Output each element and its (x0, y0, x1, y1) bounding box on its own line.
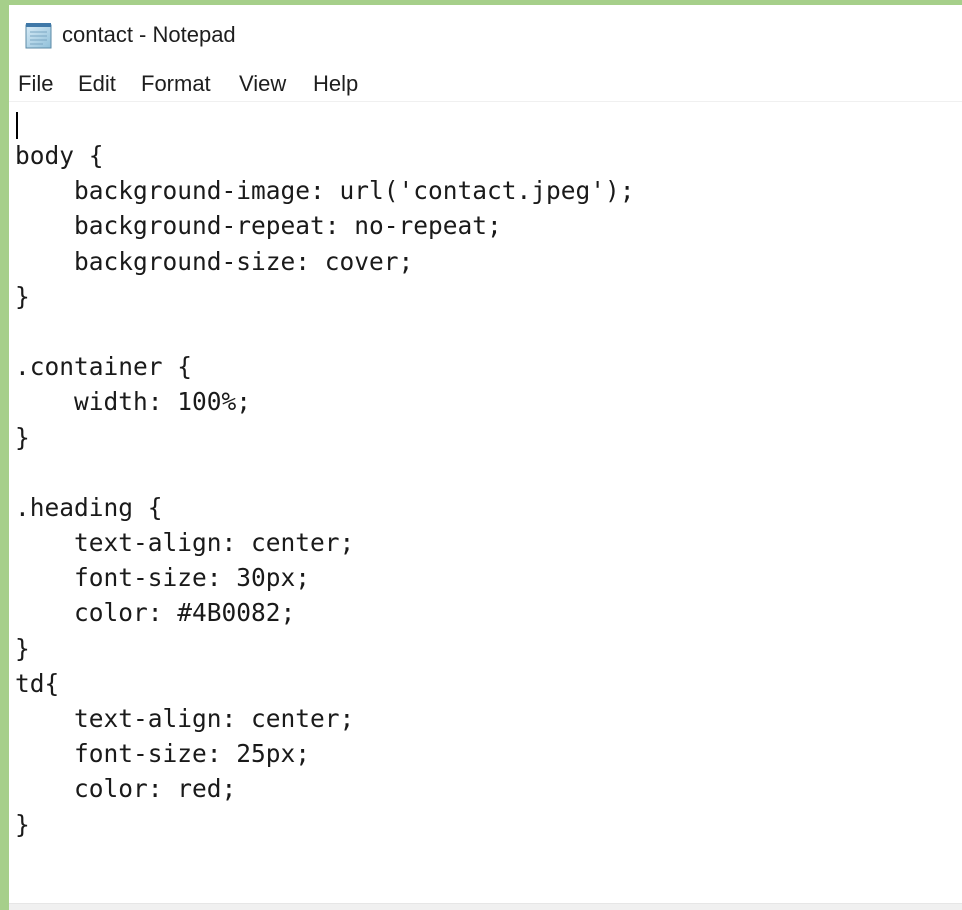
menu-help[interactable]: Help (313, 69, 358, 99)
code-line: .heading { (15, 492, 163, 522)
text-caret (16, 112, 18, 139)
code-line: background-repeat: no-repeat; (15, 211, 502, 241)
code-line: color: #4B0082; (15, 598, 296, 628)
code-line: width: 100%; (15, 387, 252, 417)
code-line: font-size: 30px; (15, 563, 311, 593)
code-line: background-size: cover; (15, 246, 414, 276)
window-bottom-edge (9, 903, 962, 910)
code-line: background-image: url('contact.jpeg'); (15, 176, 635, 206)
notepad-icon (24, 22, 54, 49)
editor-content[interactable]: body { background-image: url('contact.jp… (15, 138, 635, 842)
title-bar[interactable]: contact - Notepad (9, 5, 962, 61)
code-line: body { (15, 141, 104, 170)
code-line: color: red; (15, 774, 237, 804)
code-line: } (15, 281, 30, 311)
code-line: font-size: 25px; (15, 739, 311, 769)
menu-bar: File Edit Format View Help (9, 65, 962, 102)
code-line: .container { (15, 352, 193, 382)
menu-format[interactable]: Format (141, 69, 211, 99)
notepad-window: contact - Notepad File Edit Format View … (9, 5, 962, 910)
code-line: } (15, 422, 30, 452)
code-line: td{ (15, 668, 60, 698)
menu-view[interactable]: View (239, 69, 286, 99)
menu-file[interactable]: File (18, 69, 53, 99)
window-title: contact - Notepad (62, 22, 236, 47)
code-line: } (15, 633, 30, 663)
menu-edit[interactable]: Edit (78, 69, 116, 99)
code-line: text-align: center; (15, 528, 355, 558)
code-line: } (15, 809, 30, 839)
code-line: text-align: center; (15, 704, 355, 733)
text-editor[interactable]: body { background-image: url('contact.jp… (9, 103, 962, 903)
